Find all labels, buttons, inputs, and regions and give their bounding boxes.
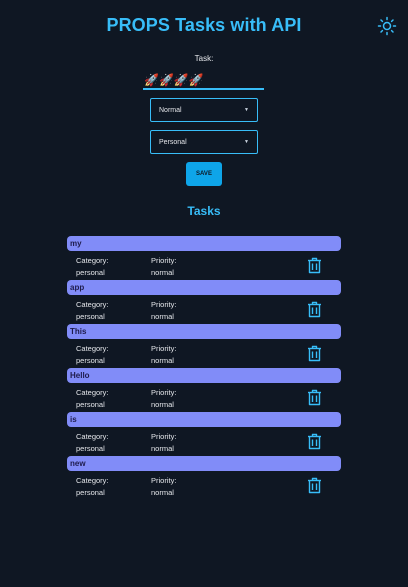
priority-value: normal [151, 268, 174, 277]
category-label: Category: [76, 344, 109, 353]
task-field-label: Task: [194, 54, 214, 63]
task-item: This Category: personal Priority: normal [67, 324, 341, 368]
task-category: Category: personal [76, 475, 109, 499]
sun-icon [377, 16, 397, 36]
task-list: my Category: personal Priority: normal app… [67, 236, 341, 500]
priority-value: normal [151, 488, 174, 497]
category-value: personal [76, 444, 105, 453]
category-label: Category: [76, 432, 109, 441]
trash-icon [308, 433, 321, 450]
category-value: personal [76, 312, 105, 321]
trash-icon [308, 345, 321, 362]
priority-select-value: Normal [159, 106, 182, 114]
category-value: personal [76, 488, 105, 497]
task-title: is [67, 412, 341, 427]
chevron-down-icon: ▼ [244, 107, 249, 113]
task-category: Category: personal [76, 255, 109, 279]
priority-label: Priority: [151, 344, 177, 353]
delete-task-button[interactable] [307, 257, 322, 274]
task-item: my Category: personal Priority: normal [67, 236, 341, 280]
task-item: new Category: personal Priority: normal [67, 456, 341, 500]
priority-value: normal [151, 400, 174, 409]
task-item: is Category: personal Priority: normal [67, 412, 341, 456]
trash-icon [308, 389, 321, 406]
trash-icon [308, 301, 321, 318]
task-priority: Priority: normal [151, 431, 176, 455]
delete-task-button[interactable] [307, 301, 322, 318]
category-label: Category: [76, 256, 109, 265]
priority-value: normal [151, 356, 174, 365]
priority-label: Priority: [151, 256, 177, 265]
category-value: personal [76, 268, 105, 277]
page-title: PROPS Tasks with API [106, 15, 302, 35]
priority-select[interactable]: Normal ▼ [150, 98, 258, 122]
delete-task-button[interactable] [307, 433, 322, 450]
task-title: my [67, 236, 341, 251]
category-value: personal [76, 400, 105, 409]
task-title: new [67, 456, 341, 471]
priority-label: Priority: [151, 388, 177, 397]
category-value: personal [76, 356, 105, 365]
task-priority: Priority: normal [151, 255, 176, 279]
priority-label: Priority: [151, 432, 177, 441]
task-priority: Priority: normal [151, 475, 176, 499]
tasks-heading: Tasks [187, 204, 221, 218]
category-select[interactable]: Personal ▼ [150, 130, 258, 154]
task-item: app Category: personal Priority: normal [67, 280, 341, 324]
task-priority: Priority: normal [151, 387, 176, 411]
priority-value: normal [151, 444, 174, 453]
category-select-value: Personal [159, 138, 187, 146]
theme-toggle-button[interactable] [377, 16, 397, 36]
trash-icon [308, 477, 321, 494]
priority-label: Priority: [151, 476, 177, 485]
task-category: Category: personal [76, 343, 109, 367]
task-priority: Priority: normal [151, 343, 176, 367]
delete-task-button[interactable] [307, 477, 322, 494]
priority-label: Priority: [151, 300, 177, 309]
delete-task-button[interactable] [307, 389, 322, 406]
save-button[interactable]: SAVE [186, 162, 222, 186]
category-label: Category: [76, 388, 109, 397]
category-label: Category: [76, 300, 109, 309]
trash-icon [308, 257, 321, 274]
task-category: Category: personal [76, 431, 109, 455]
task-category: Category: personal [76, 299, 109, 323]
chevron-down-icon: ▼ [244, 139, 249, 145]
task-category: Category: personal [76, 387, 109, 411]
delete-task-button[interactable] [307, 345, 322, 362]
category-label: Category: [76, 476, 109, 485]
task-priority: Priority: normal [151, 299, 176, 323]
task-title: This [67, 324, 341, 339]
task-input[interactable] [143, 72, 264, 90]
priority-value: normal [151, 312, 174, 321]
task-item: Hello Category: personal Priority: normal [67, 368, 341, 412]
task-title: app [67, 280, 341, 295]
task-title: Hello [67, 368, 341, 383]
